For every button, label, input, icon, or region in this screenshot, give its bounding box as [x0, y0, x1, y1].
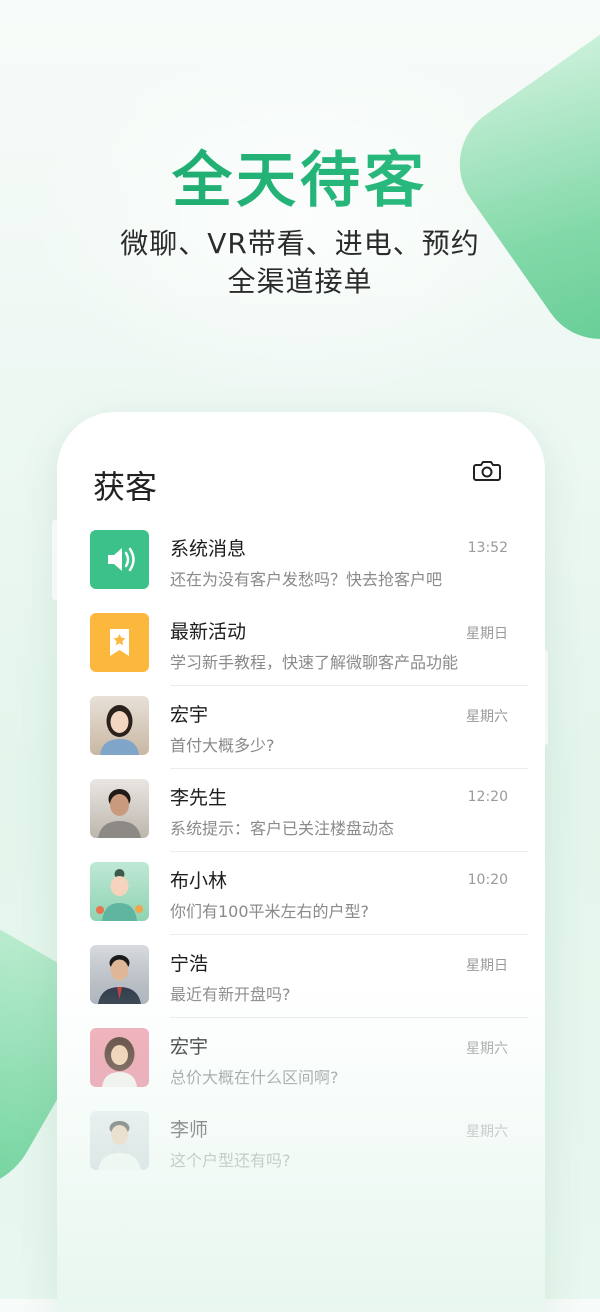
conversation-name: 宁浩 [170, 953, 209, 975]
conversation-message: 系统提示：客户已关注楼盘动态 [170, 819, 395, 838]
phone-mockup: 获客 系统消息 还在为没有客户发愁吗？快去抢客户吧 13:52 最新活动 学习新… [57, 412, 545, 1312]
avatar-man-2 [90, 945, 149, 1004]
avatar-man-3 [90, 1111, 149, 1170]
page-title: 获客 [93, 468, 158, 506]
conversation-time: 12:20 [467, 789, 508, 805]
conversation-time: 星期日 [466, 626, 508, 642]
hero-subtitle-line2: 全渠道接单 [227, 265, 373, 298]
conversation-name: 宏宇 [170, 704, 209, 726]
hero-title: 全天待客 [0, 132, 600, 219]
camera-icon[interactable] [473, 460, 501, 482]
conversation-name: 李先生 [170, 787, 228, 809]
conversation-time: 10:20 [467, 872, 508, 888]
conversation-message: 最近有新开盘吗? [170, 985, 291, 1004]
conversation-time: 13:52 [467, 540, 508, 556]
conversation-item[interactable]: 系统消息 还在为没有客户发愁吗？快去抢客户吧 13:52 [90, 520, 528, 603]
avatar-woman-1 [90, 696, 149, 755]
conversation-time: 星期六 [466, 1124, 508, 1140]
conversation-time: 星期六 [466, 1041, 508, 1057]
conversation-name: 布小林 [170, 870, 228, 892]
conversation-name: 李师 [170, 1119, 209, 1141]
avatar-man-1 [90, 779, 149, 838]
conversation-item[interactable]: 李先生 系统提示：客户已关注楼盘动态 12:20 [90, 769, 528, 852]
conversation-message: 总价大概在什么区间啊? [170, 1068, 339, 1087]
conversation-item[interactable]: 宏宇 总价大概在什么区间啊? 星期六 [90, 1018, 528, 1101]
conversation-name: 系统消息 [170, 538, 247, 560]
conversation-message: 这个户型还有吗? [170, 1151, 291, 1170]
conversation-message: 学习新手教程，快速了解微聊客产品功能 [170, 653, 459, 672]
conversation-time: 星期六 [466, 709, 508, 725]
avatar-cartoon-girl [90, 862, 149, 921]
conversation-item[interactable]: 宁浩 最近有新开盘吗? 星期日 [90, 935, 528, 1018]
conversation-list: 系统消息 还在为没有客户发愁吗？快去抢客户吧 13:52 最新活动 学习新手教程… [90, 520, 528, 1184]
conversation-item[interactable]: 布小林 你们有100平米左右的户型? 10:20 [90, 852, 528, 935]
hero-subtitle-line1: 微聊、VR带看、进电、预约 [120, 227, 480, 260]
conversation-item[interactable]: 李师 这个户型还有吗? 星期六 [90, 1101, 528, 1184]
star-bookmark-icon [90, 613, 149, 672]
conversation-item[interactable]: 最新活动 学习新手教程，快速了解微聊客产品功能 星期日 [90, 603, 528, 686]
conversation-item[interactable]: 宏宇 首付大概多少? 星期六 [90, 686, 528, 769]
conversation-message: 还在为没有客户发愁吗？快去抢客户吧 [170, 570, 443, 589]
conversation-message: 首付大概多少? [170, 736, 275, 755]
conversation-name: 宏宇 [170, 1036, 209, 1058]
conversation-message: 你们有100平米左右的户型? [170, 902, 370, 921]
avatar-woman-2 [90, 1028, 149, 1087]
conversation-time: 星期日 [466, 958, 508, 974]
conversation-name: 最新活动 [170, 621, 247, 643]
speaker-icon [90, 530, 149, 589]
